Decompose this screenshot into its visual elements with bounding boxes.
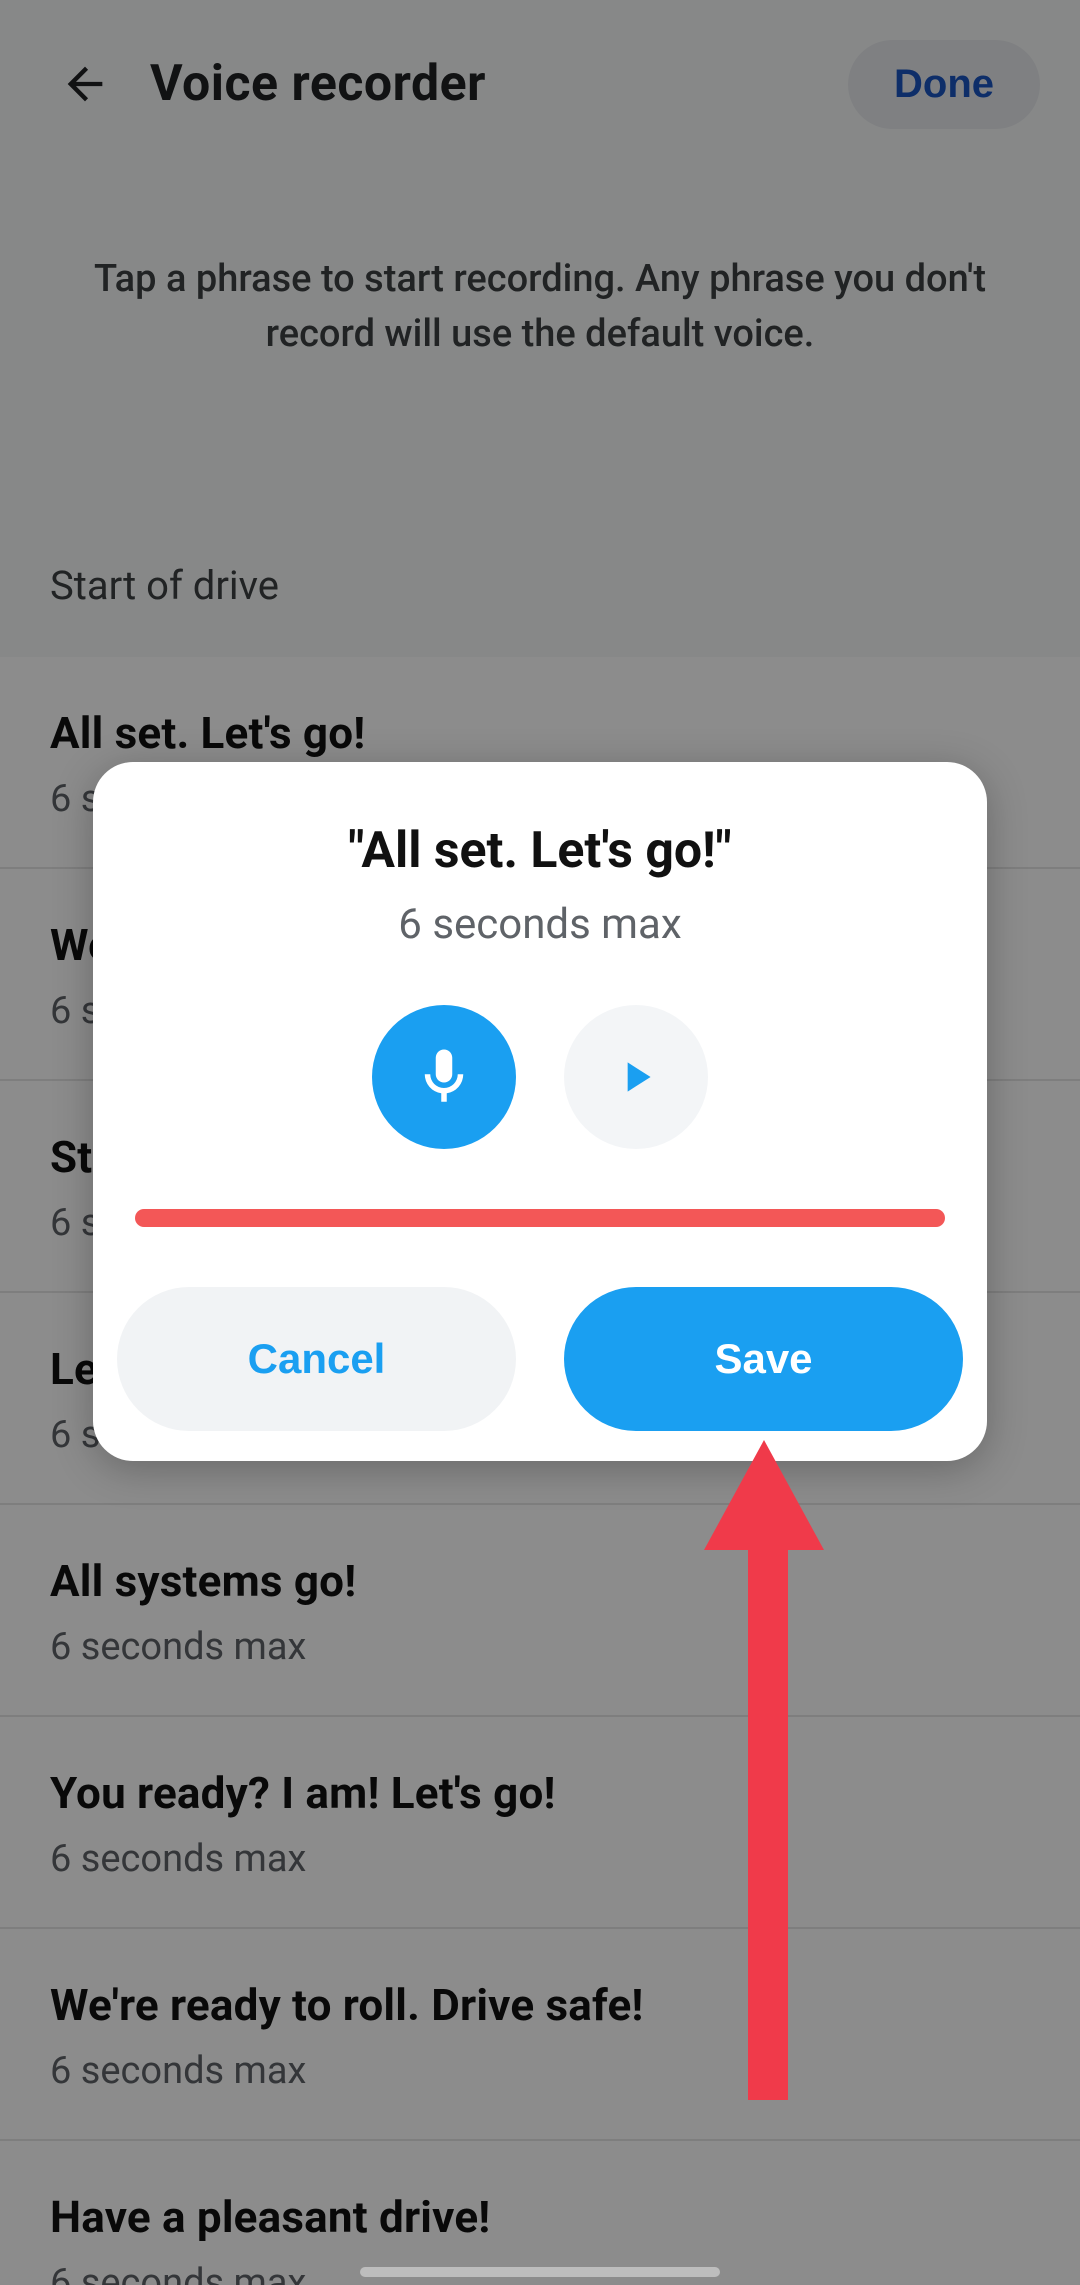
- home-indicator: [360, 2267, 720, 2277]
- recording-modal: "All set. Let's go!" 6 seconds max Cance…: [93, 762, 987, 1461]
- progress-bar[interactable]: [135, 1209, 945, 1227]
- cancel-button[interactable]: Cancel: [117, 1287, 516, 1431]
- save-button[interactable]: Save: [564, 1287, 963, 1431]
- modal-controls: [117, 1005, 963, 1149]
- record-button[interactable]: [372, 1005, 516, 1149]
- play-button[interactable]: [564, 1005, 708, 1149]
- modal-subtitle: 6 seconds max: [117, 900, 963, 949]
- screen: Voice recorder Done Tap a phrase to star…: [0, 0, 1080, 2285]
- play-icon: [611, 1052, 661, 1102]
- microphone-icon: [411, 1044, 477, 1110]
- modal-button-row: Cancel Save: [117, 1287, 963, 1431]
- modal-phrase: "All set. Let's go!": [117, 822, 963, 880]
